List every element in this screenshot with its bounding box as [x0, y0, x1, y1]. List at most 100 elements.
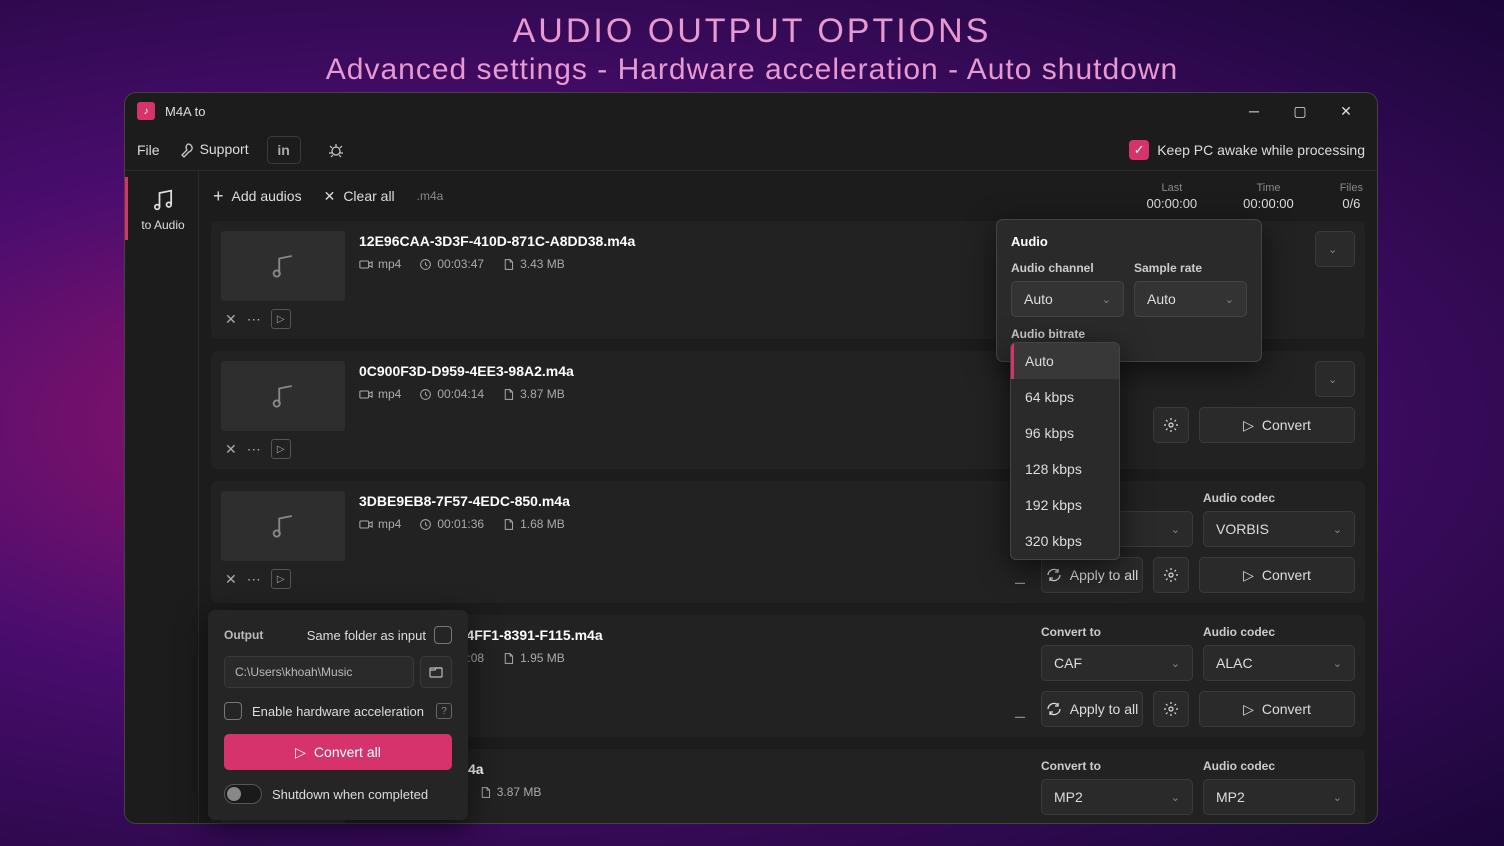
- menu-support[interactable]: Support: [178, 141, 249, 158]
- output-panel: Output Same folder as input C:\Users\kho…: [208, 610, 468, 820]
- remove-button[interactable]: ✕: [225, 571, 237, 588]
- x-icon: ✕: [324, 188, 336, 205]
- minimize-button[interactable]: ─: [1231, 95, 1277, 127]
- collapse-button[interactable]: –: [1015, 706, 1025, 727]
- sidebar-to-audio[interactable]: to Audio: [125, 177, 198, 240]
- remove-button[interactable]: ✕: [225, 311, 237, 328]
- remove-button[interactable]: ✕: [225, 441, 237, 458]
- menubar: File Support in ✓ Keep PC awake while pr…: [125, 129, 1377, 171]
- size-label: 3.87 MB: [502, 387, 565, 401]
- thumbnail: [221, 361, 345, 431]
- channel-select[interactable]: Auto⌄: [1011, 281, 1124, 317]
- truncated-select[interactable]: ⌄: [1315, 361, 1355, 397]
- apply-all-button[interactable]: Apply to all: [1041, 691, 1143, 727]
- convert-to-select[interactable]: CAF⌄: [1041, 645, 1193, 681]
- clear-all-button[interactable]: ✕ Clear all: [324, 188, 395, 205]
- truncated-select[interactable]: ⌄: [1315, 231, 1355, 267]
- sample-select[interactable]: Auto⌄: [1134, 281, 1247, 317]
- duration-label: 00:04:14: [419, 387, 484, 401]
- settings-button[interactable]: [1153, 557, 1189, 593]
- bitrate-dropdown: Auto64 kbps96 kbps128 kbps192 kbps320 kb…: [1010, 342, 1120, 560]
- convert-to-label: Convert to: [1041, 625, 1193, 639]
- sample-label: Sample rate: [1134, 261, 1247, 275]
- wrench-icon: [178, 141, 194, 158]
- apply-all-button[interactable]: Apply to all: [1041, 557, 1143, 593]
- bitrate-option[interactable]: 192 kbps: [1011, 487, 1119, 523]
- music-note-icon: [149, 185, 177, 214]
- play-button[interactable]: ▷: [271, 439, 291, 459]
- size-label: 3.43 MB: [502, 257, 565, 271]
- help-icon[interactable]: ?: [436, 703, 452, 719]
- same-folder-checkbox[interactable]: Same folder as input: [307, 626, 452, 644]
- promo-subtitle: Advanced settings - Hardware acceleratio…: [0, 53, 1504, 87]
- app-title: M4A to: [165, 104, 205, 119]
- browse-folder-button[interactable]: [420, 656, 452, 688]
- settings-button[interactable]: [1153, 407, 1189, 443]
- maximize-button[interactable]: ▢: [1277, 95, 1323, 127]
- close-button[interactable]: ✕: [1323, 95, 1369, 127]
- more-button[interactable]: ⋯: [247, 311, 261, 328]
- add-audios-button[interactable]: + Add audios: [213, 186, 302, 207]
- bitrate-option[interactable]: Auto: [1011, 343, 1119, 379]
- bitrate-label: Audio bitrate: [1011, 327, 1247, 341]
- filename: 0C900F3D-D959-4EE3-98A2.m4a: [359, 363, 1027, 379]
- collapse-button[interactable]: –: [1015, 572, 1025, 593]
- stat-files: Files0/6: [1340, 182, 1363, 211]
- duration-label: 00:01:36: [419, 517, 484, 531]
- titlebar: ♪ M4A to ─ ▢ ✕: [125, 93, 1377, 129]
- chevron-down-icon: ⌄: [1225, 293, 1234, 306]
- checkbox-off-icon: [434, 626, 452, 644]
- filename: 3DBE9EB8-7F57-4EDC-850.m4a: [359, 493, 1027, 509]
- sidebar: to Audio: [125, 171, 199, 823]
- size-label: 1.68 MB: [502, 517, 565, 531]
- convert-to-select[interactable]: MP2⌄: [1041, 779, 1193, 815]
- codec-select[interactable]: ALAC⌄: [1203, 645, 1355, 681]
- toggle-off-icon: [224, 784, 262, 804]
- codec-label: Audio codec: [1203, 625, 1355, 639]
- format-label: mp4: [359, 257, 401, 271]
- bitrate-option[interactable]: 320 kbps: [1011, 523, 1119, 559]
- stat-time: Time00:00:00: [1243, 182, 1294, 211]
- codec-label: Audio codec: [1203, 759, 1355, 773]
- menu-file[interactable]: File: [137, 142, 160, 158]
- codec-label: Audio codec: [1203, 491, 1355, 505]
- codec-select[interactable]: MP2⌄: [1203, 779, 1355, 815]
- linkedin-icon[interactable]: in: [267, 136, 301, 164]
- toolbar: + Add audios ✕ Clear all .m4a Last00:00:…: [199, 171, 1377, 221]
- channel-label: Audio channel: [1011, 261, 1124, 275]
- bitrate-option[interactable]: 96 kbps: [1011, 415, 1119, 451]
- output-title: Output: [224, 628, 263, 642]
- play-button[interactable]: ▷: [271, 569, 291, 589]
- format-label: mp4: [359, 387, 401, 401]
- bitrate-option[interactable]: 64 kbps: [1011, 379, 1119, 415]
- convert-button[interactable]: ▷ Convert: [1199, 407, 1355, 443]
- bug-icon[interactable]: [319, 136, 353, 164]
- file-row: ✕ ⋯ ▷ 0C900F3D-D959-4EE3-98A2.m4a mp4 00…: [211, 351, 1365, 469]
- stat-last: Last00:00:00: [1147, 182, 1198, 211]
- thumbnail: [221, 231, 345, 301]
- convert-button[interactable]: ▷ Convert: [1199, 691, 1355, 727]
- settings-button[interactable]: [1153, 691, 1189, 727]
- convert-all-button[interactable]: ▷ Convert all: [224, 734, 452, 770]
- promo-title: AUDIO OUTPUT OPTIONS: [0, 0, 1504, 51]
- shutdown-toggle[interactable]: Shutdown when completed: [224, 784, 452, 804]
- convert-button[interactable]: ▷ Convert: [1199, 557, 1355, 593]
- filename: 12E96CAA-3D3F-410D-871C-A8DD38.m4a: [359, 233, 1027, 249]
- convert-to-label: Convert to: [1041, 759, 1193, 773]
- checkbox-on-icon: ✓: [1129, 140, 1149, 160]
- thumbnail: [221, 491, 345, 561]
- bitrate-option[interactable]: 128 kbps: [1011, 451, 1119, 487]
- hw-accel-checkbox[interactable]: Enable hardware acceleration ?: [224, 702, 452, 720]
- keep-awake-toggle[interactable]: ✓ Keep PC awake while processing: [1129, 140, 1365, 160]
- output-path-input[interactable]: C:\Users\khoah\Music: [224, 656, 414, 688]
- file-row: ✕ ⋯ ▷ 3DBE9EB8-7F57-4EDC-850.m4a mp4 00:…: [211, 481, 1365, 603]
- popup-title: Audio: [1011, 234, 1247, 249]
- checkbox-off-icon: [224, 702, 242, 720]
- more-button[interactable]: ⋯: [247, 571, 261, 588]
- codec-select[interactable]: VORBIS⌄: [1203, 511, 1355, 547]
- duration-label: 00:03:47: [419, 257, 484, 271]
- app-icon: ♪: [137, 102, 155, 120]
- more-button[interactable]: ⋯: [247, 441, 261, 458]
- play-button[interactable]: ▷: [271, 309, 291, 329]
- chevron-down-icon: ⌄: [1102, 293, 1111, 306]
